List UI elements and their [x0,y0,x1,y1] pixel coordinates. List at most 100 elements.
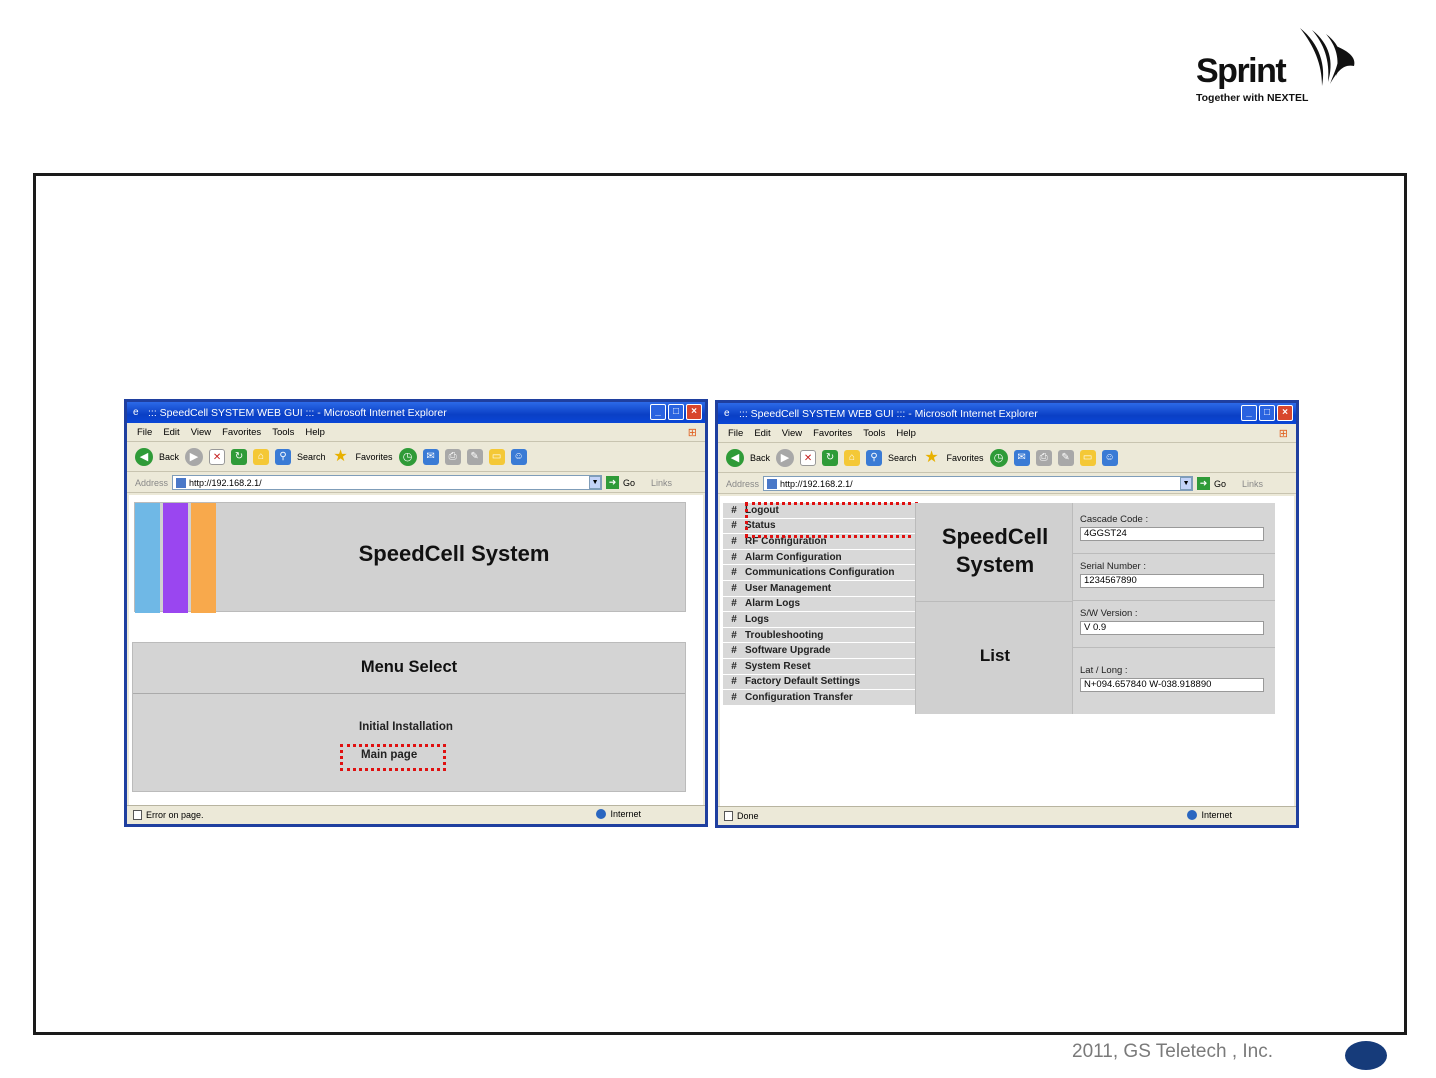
search-icon[interactable]: ⚲ [275,449,292,465]
initial-installation-link[interactable]: Initial Installation [359,721,453,733]
print-icon[interactable]: ⎙ [444,449,461,465]
mail-icon[interactable]: ✉ [422,449,439,465]
back-button[interactable]: Back [750,453,770,463]
history-icon[interactable]: ◷ [989,449,1008,467]
zone-text: Internet [610,809,641,819]
favorites-button[interactable]: Favorites [947,453,984,463]
folder-icon[interactable]: ▭ [1079,450,1096,466]
nav-item-communications-configuration[interactable]: # Communications Configuration [723,565,915,581]
back-arrow-icon[interactable]: ◀ [135,448,153,466]
close-button[interactable]: × [1277,405,1293,421]
mail-icon[interactable]: ✉ [1013,450,1030,466]
go-arrow-icon[interactable]: ➜ [1197,477,1211,490]
nav-marker: # [731,629,737,641]
go-arrow-icon[interactable]: ➜ [606,476,620,489]
sw-version-input[interactable]: V 0.9 [1080,621,1264,635]
lat-long-input[interactable]: N+094.657840 W-038.918890 [1080,678,1264,692]
nav-item-troubleshooting[interactable]: # Troubleshooting [723,627,915,644]
nav-marker: # [731,520,737,532]
menu-view[interactable]: View [191,427,211,438]
address-dropdown-icon[interactable]: ▼ [589,476,602,489]
nav-label[interactable]: User Management [745,583,831,594]
nav-item-configuration-transfer[interactable]: # Configuration Transfer [723,690,915,706]
address-input[interactable]: http://192.168.2.1/ ▼ [172,475,603,490]
messenger-icon[interactable]: ☺ [510,449,527,465]
back-arrow-icon[interactable]: ◀ [726,449,744,467]
minimize-button[interactable]: _ [1241,405,1257,421]
print-icon[interactable]: ⎙ [1035,450,1052,466]
links-button[interactable]: Links [1242,479,1263,489]
nav-item-system-reset[interactable]: # System Reset [723,658,915,675]
stop-icon[interactable]: ✕ [209,449,226,465]
status-bar: Error on page. Internet [127,805,705,824]
cascade-code-input[interactable]: 4GGST24 [1080,527,1264,541]
messenger-icon[interactable]: ☺ [1101,450,1118,466]
maximize-button[interactable]: □ [668,404,684,420]
search-button[interactable]: Search [888,453,917,463]
stop-icon[interactable]: ✕ [800,450,817,466]
favorites-button[interactable]: Favorites [356,452,393,462]
nav-label[interactable]: Troubleshooting [745,630,823,641]
menu-tools[interactable]: Tools [863,428,885,439]
nav-marker: # [731,613,737,625]
forward-arrow-icon[interactable]: ▶ [185,448,204,466]
go-button[interactable]: Go [623,478,635,488]
forward-arrow-icon[interactable]: ▶ [776,449,795,467]
close-button[interactable]: × [686,404,702,420]
links-button[interactable]: Links [651,478,672,488]
banner: SpeedCell System [134,502,686,613]
minimize-button[interactable]: _ [650,404,666,420]
history-icon[interactable]: ◷ [398,448,417,466]
nav-item-alarm-logs[interactable]: # Alarm Logs [723,596,915,613]
favorites-star-icon[interactable]: ★ [332,448,350,466]
nav-label[interactable]: Alarm Configuration [745,552,842,563]
menu-edit[interactable]: Edit [163,427,179,438]
nav-label[interactable]: System Reset [745,661,811,672]
home-icon[interactable]: ⌂ [253,449,270,465]
edit-icon[interactable]: ✎ [1057,450,1074,466]
menu-file[interactable]: File [137,427,152,438]
system-title-line2: System [955,552,1035,577]
nav-item-software-upgrade[interactable]: # Software Upgrade [723,643,915,659]
search-icon[interactable]: ⚲ [866,450,883,466]
nav-label[interactable]: Communications Configuration [745,567,894,578]
address-input[interactable]: http://192.168.2.1/ ▼ [763,476,1194,491]
menu-help[interactable]: Help [305,427,325,438]
favorites-star-icon[interactable]: ★ [923,449,941,467]
folder-icon[interactable]: ▭ [488,449,505,465]
sprint-wing-icon [1300,28,1355,86]
nav-label[interactable]: Alarm Logs [745,598,800,609]
sprint-logo: Sprint Together with NEXTEL [1192,26,1362,108]
address-label: Address [726,478,760,489]
search-button[interactable]: Search [297,452,326,462]
menu-edit[interactable]: Edit [754,428,770,439]
maximize-button[interactable]: □ [1259,405,1275,421]
menu-help[interactable]: Help [896,428,916,439]
menu-file[interactable]: File [728,428,743,439]
nav-label[interactable]: Software Upgrade [745,645,831,656]
nav-item-factory-default-settings[interactable]: # Factory Default Settings [723,674,915,691]
refresh-icon[interactable]: ↻ [822,450,839,466]
nav-label[interactable]: Factory Default Settings [745,676,860,687]
go-button[interactable]: Go [1214,479,1226,489]
nav-marker: # [731,598,737,610]
serial-number-input[interactable]: 1234567890 [1080,574,1264,588]
menu-view[interactable]: View [782,428,802,439]
nav-label[interactable]: Configuration Transfer [745,692,853,703]
nav-marker: # [731,567,737,579]
nav-item-alarm-configuration[interactable]: # Alarm Configuration [723,549,915,566]
menu-tools[interactable]: Tools [272,427,294,438]
home-icon[interactable]: ⌂ [844,450,861,466]
refresh-icon[interactable]: ↻ [231,449,248,465]
back-button[interactable]: Back [159,452,179,462]
nav-item-user-management[interactable]: # User Management [723,580,915,597]
menu-favorites[interactable]: Favorites [222,427,261,438]
nav-item-logs[interactable]: # Logs [723,612,915,628]
menu-favorites[interactable]: Favorites [813,428,852,439]
field-label: Lat / Long : [1080,665,1128,676]
lat-long-field: Lat / Long : N+094.657840 W-038.918890 [1080,665,1268,692]
edit-icon[interactable]: ✎ [466,449,483,465]
nav-label[interactable]: Logs [745,614,769,625]
address-dropdown-icon[interactable]: ▼ [1180,477,1193,490]
sw-version-field: S/W Version : V 0.9 [1080,608,1268,635]
